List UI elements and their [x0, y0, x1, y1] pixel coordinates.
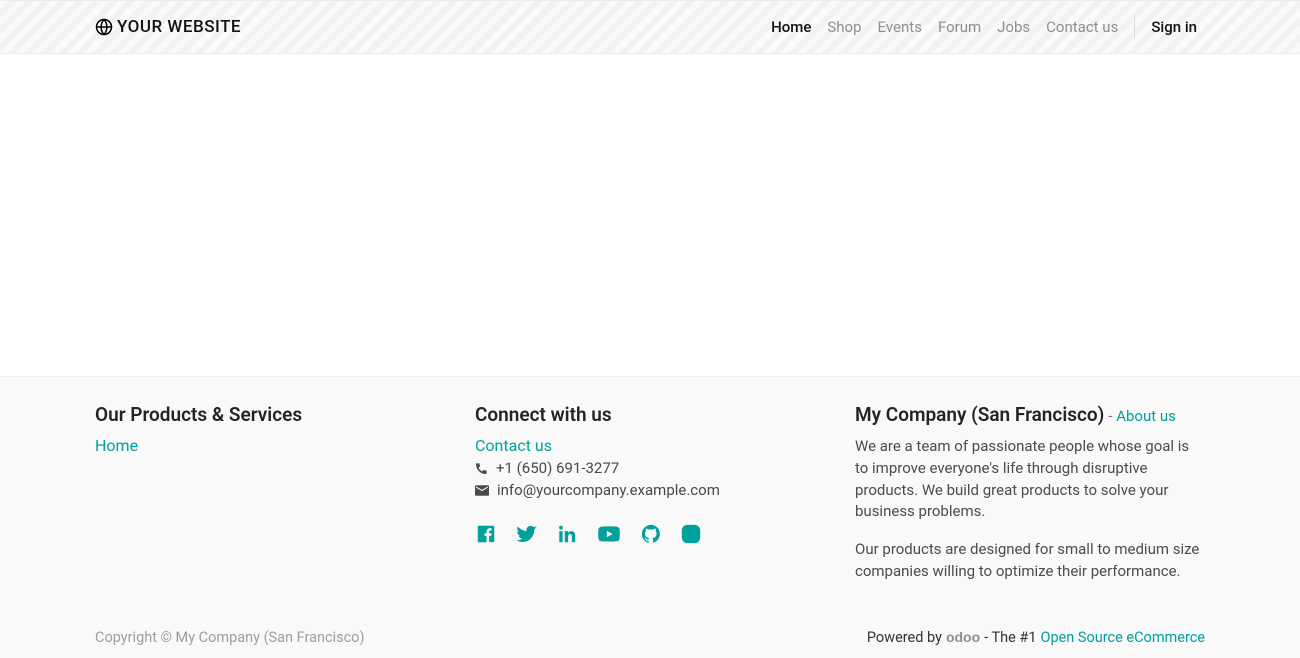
oss-ecommerce-link[interactable]: Open Source eCommerce	[1040, 629, 1205, 646]
footer-phone-text: +1 (650) 691-3277	[496, 459, 619, 477]
footer-heading-products: Our Products & Services	[95, 403, 445, 426]
copyright-text: Copyright © My Company (San Francisco)	[95, 629, 365, 646]
nav-contact[interactable]: Contact us	[1038, 4, 1126, 50]
linkedin-icon[interactable]	[556, 523, 578, 549]
powered-dash: - The #1	[984, 629, 1036, 646]
footer-lower: Copyright © My Company (San Francisco) P…	[0, 613, 1300, 658]
social-links	[475, 521, 825, 551]
nav-events[interactable]: Events	[870, 4, 930, 50]
footer-email: info@yourcompany.example.com	[475, 481, 825, 499]
facebook-icon[interactable]	[475, 523, 497, 549]
twitter-icon[interactable]	[515, 523, 538, 550]
footer-col-company: My Company (San Francisco) - About us We…	[855, 403, 1205, 583]
nav-signin[interactable]: Sign in	[1143, 4, 1205, 50]
powered-by: Powered by odoo - The #1 Open Source eCo…	[867, 629, 1205, 646]
footer-link-home[interactable]: Home	[95, 436, 138, 455]
footer-contact-link[interactable]: Contact us	[475, 436, 552, 455]
main-nav: Home Shop Events Forum Jobs Contact us S…	[763, 4, 1205, 50]
powered-label: Powered by	[867, 629, 942, 646]
nav-shop[interactable]: Shop	[819, 4, 869, 50]
odoo-logo[interactable]: odoo	[946, 629, 980, 645]
youtube-icon[interactable]	[596, 521, 622, 551]
brand-text: YOUR WEBSITE	[117, 17, 241, 37]
main-content	[0, 54, 1300, 376]
phone-icon	[475, 462, 488, 475]
envelope-icon	[475, 485, 489, 496]
footer-phone: +1 (650) 691-3277	[475, 459, 825, 477]
globe-icon	[95, 18, 113, 36]
footer-col-connect: Connect with us Contact us +1 (650) 691-…	[475, 403, 825, 583]
company-desc-2: Our products are designed for small to m…	[855, 539, 1205, 583]
header: YOUR WEBSITE Home Shop Events Forum Jobs…	[0, 0, 1300, 54]
company-name: My Company (San Francisco)	[855, 403, 1104, 426]
nav-jobs[interactable]: Jobs	[989, 4, 1038, 50]
company-desc-1: We are a team of passionate people whose…	[855, 436, 1205, 523]
footer-email-text: info@yourcompany.example.com	[497, 481, 720, 499]
about-us-link[interactable]: About us	[1116, 407, 1176, 425]
nav-home[interactable]: Home	[763, 4, 819, 50]
footer-heading-connect: Connect with us	[475, 403, 825, 426]
instagram-icon[interactable]	[680, 523, 702, 549]
about-sep: -	[1108, 407, 1116, 425]
github-icon[interactable]	[640, 523, 662, 549]
nav-divider	[1134, 15, 1135, 39]
nav-forum[interactable]: Forum	[930, 4, 989, 50]
footer-upper: Our Products & Services Home Connect wit…	[0, 376, 1300, 613]
brand-logo[interactable]: YOUR WEBSITE	[95, 17, 241, 37]
footer-col-products: Our Products & Services Home	[95, 403, 445, 583]
